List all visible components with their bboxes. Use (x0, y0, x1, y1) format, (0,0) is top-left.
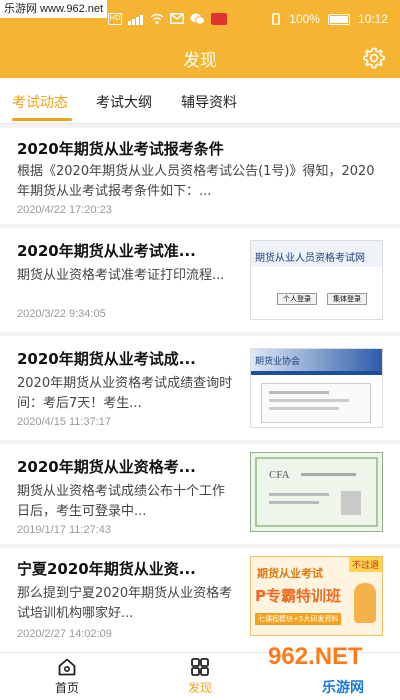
list-item[interactable]: 宁夏2020年期货从业资... 那么提到宁夏2020年期货从业资格考试培训机构哪… (0, 548, 400, 652)
battery-icon (327, 13, 350, 25)
article-title: 2020年期货从业资格考... (17, 458, 196, 476)
nav-discover[interactable]: 发现 (160, 657, 240, 696)
list-item[interactable]: 2020年期货从业资格考... 期货从业资格考试成绩公布十个工作日后，考生可登录… (0, 444, 400, 544)
thumbnail-button: 集体登录 (327, 293, 367, 305)
article-date: 2020/2/27 14:02:09 (17, 628, 112, 640)
thumbnail-caption: 期货从业考试 (257, 567, 323, 580)
article-date: 2020/3/22 9:34:05 (17, 308, 106, 320)
article-summary: 那么提到宁夏2020年期货从业资格考试培训机构哪家好... (17, 586, 233, 621)
tab-exam-outline[interactable]: 考试大纲 (96, 92, 152, 112)
list-item[interactable]: 2020年期货从业考试准... 期货从业资格考试准考证打印流程... 2020/… (0, 228, 400, 332)
article-thumbnail: CFA (250, 452, 383, 532)
tab-exam-news[interactable]: 考试动态 (12, 92, 68, 112)
corner-watermark: 962.NET 乐游网 (262, 643, 400, 700)
thumbnail-banner: P专霸特训班 (255, 587, 341, 605)
article-title: 宁夏2020年期货从业资... (17, 560, 196, 578)
thumbnail-button: 个人登录 (277, 293, 317, 305)
article-thumbnail: 期货从业考试 不过退 P专霸特训班 七课程模块+5大研发资料 (250, 556, 383, 636)
bottom-navigation: 首页 发现 962.NET 乐游网 (0, 643, 400, 700)
article-title: 2020年期货从业考试准... (17, 242, 196, 260)
article-date: 2020/4/15 11:37:17 (17, 416, 111, 428)
thumbnail-caption: 期货业协会 (255, 357, 301, 367)
gear-icon[interactable] (362, 46, 386, 70)
thumbnail-subtitle: 七课程模块+5大研发资料 (255, 613, 342, 625)
watermark-logo-text: 962.NET (268, 643, 363, 670)
article-date: 2020/4/22 17:20:23 (17, 204, 112, 216)
article-summary: 期货从业资格考试准考证打印流程... (17, 268, 225, 283)
list-item[interactable]: 2020年期货从业考试成... 2020年期货从业资格考试成绩查询时间：考后7天… (0, 336, 400, 440)
status-icons-left: HD (108, 12, 227, 25)
battery-percent: 100% (289, 12, 320, 26)
article-summary: 2020年期货从业资格考试成绩查询时间：考后7天！考生... (17, 376, 233, 411)
status-icons-right: 100% 10:12 (271, 12, 388, 26)
wechat-icon (190, 13, 205, 25)
grid-icon (191, 658, 209, 676)
article-summary: 期货从业资格考试成绩公布十个工作日后，考生可登录中... (17, 484, 226, 519)
list-item[interactable]: 2020年期货从业考试报考条件 根据《2020年期货从业人员资格考试公告(1号)… (0, 128, 400, 224)
page-title: 发现 (183, 51, 217, 71)
hd-icon: HD (108, 12, 122, 25)
article-date: 2019/1/17 11:27:43 (17, 524, 111, 536)
article-thumbnail: 期货业协会 (250, 348, 383, 428)
site-watermark: 乐游网 www.962.net (0, 0, 108, 18)
nav-discover-label: 发现 (187, 681, 212, 695)
wifi-icon (150, 13, 164, 24)
article-title: 2020年期货从业考试成... (17, 350, 196, 368)
nav-home-label: 首页 (54, 681, 79, 695)
article-thumbnail: 期货从业人员资格考试网 个人登录 集体登录 (250, 240, 383, 320)
watermark-logo-subtext: 乐游网 (322, 680, 364, 696)
article-summary: 根据《2020年期货从业人员资格考试公告(1号)》得知，2020年期货从业考试报… (17, 164, 375, 199)
app-notification-icon (211, 12, 227, 25)
clock: 10:12 (357, 12, 388, 26)
vibrate-icon (272, 13, 281, 25)
tab-bar: 考试动态 考试大纲 辅导资料 (0, 78, 400, 124)
thumbnail-tag: 不过退 (348, 557, 382, 572)
status-bar: 乐游网 www.962.net HD 100% 10:12 (0, 0, 400, 38)
tab-study-materials[interactable]: 辅导资料 (181, 92, 237, 112)
article-title: 2020年期货从业考试报考条件 (17, 140, 224, 158)
mail-icon (170, 13, 184, 24)
tab-active-indicator (12, 118, 72, 121)
app-header: 发现 (0, 38, 400, 78)
home-icon (58, 658, 76, 676)
thumbnail-caption: CFA (269, 469, 290, 481)
signal-icon (128, 12, 144, 25)
thumbnail-caption: 期货从业人员资格考试网 (255, 253, 365, 264)
nav-home[interactable]: 首页 (27, 657, 107, 696)
